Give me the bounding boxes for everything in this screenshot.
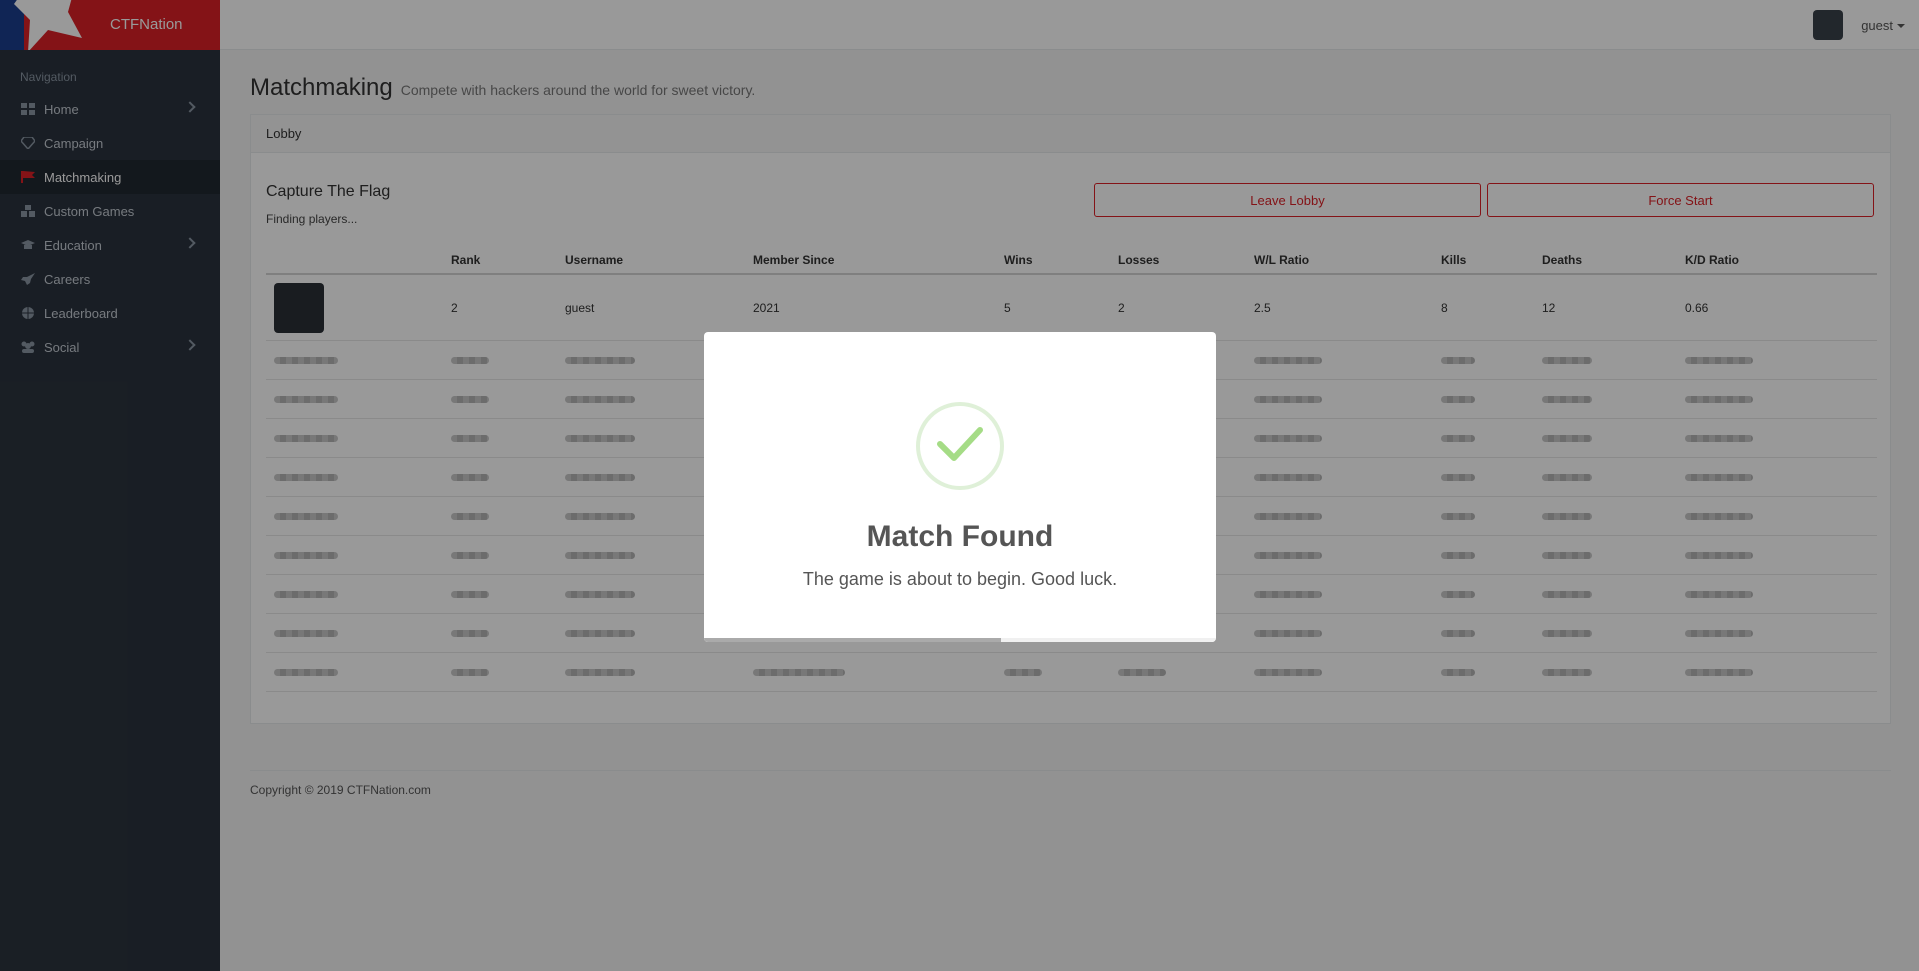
modal-text: The game is about to begin. Good luck. (802, 569, 1118, 589)
modal-backdrop[interactable]: Match Found The game is about to begin. … (0, 0, 1919, 971)
checkmark-icon (937, 427, 983, 461)
modal-title: Match Found (866, 520, 1054, 553)
timer-progress-bar (704, 638, 1216, 642)
timer-progress-fill (704, 638, 1001, 642)
success-circle (916, 402, 1004, 490)
match-found-dialog: Match Found The game is about to begin. … (704, 332, 1216, 642)
